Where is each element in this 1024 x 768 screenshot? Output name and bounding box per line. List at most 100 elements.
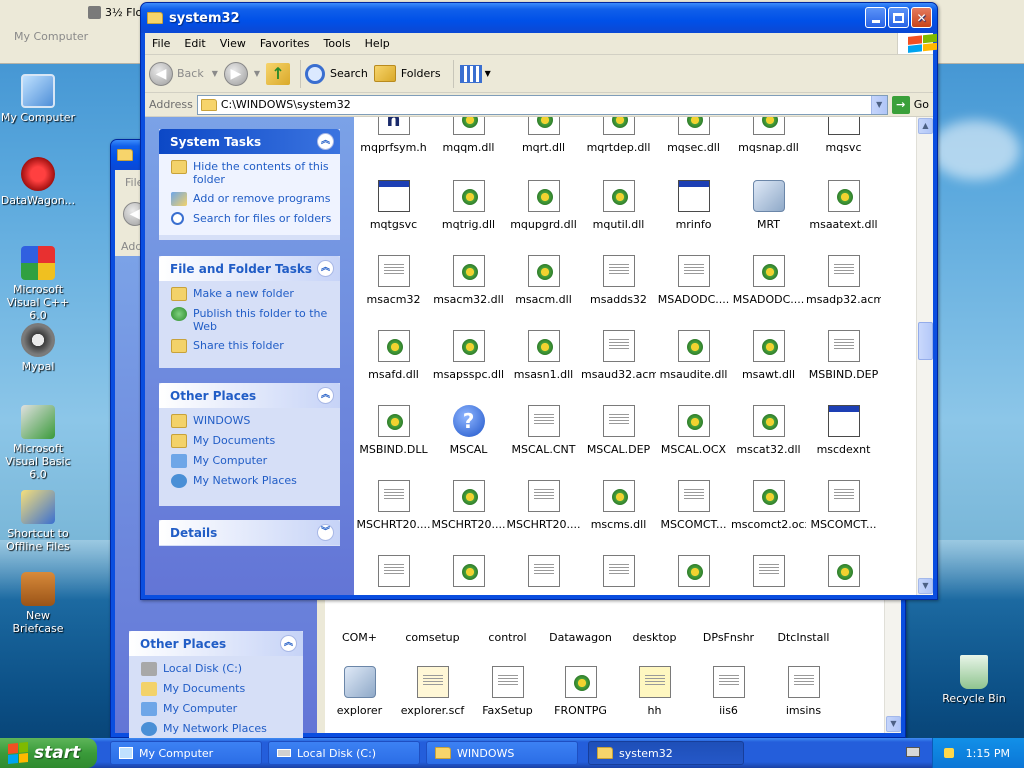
volume-icon[interactable] bbox=[943, 748, 954, 758]
taskbar-button-windows[interactable]: WINDOWS bbox=[426, 741, 578, 765]
file-item[interactable]: MSCAL.DEP bbox=[581, 405, 656, 456]
file-item[interactable]: MSBIND.DLL bbox=[356, 405, 431, 456]
link-search-files[interactable]: Search for files or folders bbox=[171, 212, 332, 225]
file-item[interactable]: explorer bbox=[325, 666, 397, 717]
link-my-documents[interactable]: My Documents bbox=[141, 682, 295, 696]
file-item[interactable] bbox=[506, 555, 581, 593]
menu-help[interactable]: Help bbox=[358, 37, 397, 50]
file-item[interactable]: desktop bbox=[617, 631, 692, 644]
close-button[interactable]: ✕ bbox=[911, 7, 932, 28]
file-item[interactable]: MSCAL.OCX bbox=[656, 405, 731, 456]
desktop-icon-my-computer[interactable]: My Computer bbox=[0, 74, 76, 124]
file-item[interactable]: COM+ bbox=[325, 631, 397, 644]
file-item[interactable]: DtcInstall bbox=[766, 631, 841, 644]
file-item[interactable]: FRONTPG bbox=[543, 666, 618, 717]
link-my-documents[interactable]: My Documents bbox=[171, 434, 332, 448]
file-item[interactable]: mqsnap.dll bbox=[731, 117, 806, 154]
address-input[interactable]: C:\WINDOWS\system32 ▼ bbox=[196, 94, 888, 115]
desktop-icon-visual-basic[interactable]: Microsoft Visual Basic 6.0 bbox=[0, 405, 76, 481]
taskbar-button-local-disk[interactable]: Local Disk (C:) bbox=[268, 741, 420, 765]
window-title-bar[interactable]: system32 ✕ bbox=[141, 3, 937, 33]
link-my-computer[interactable]: My Computer bbox=[171, 454, 332, 468]
back-dropdown-icon[interactable]: ▼ bbox=[212, 69, 218, 78]
file-item[interactable]: mqrt.dll bbox=[506, 117, 581, 154]
desktop-icon-offline-files[interactable]: Shortcut to Offline Files bbox=[0, 490, 76, 553]
menu-favorites[interactable]: Favorites bbox=[253, 37, 317, 50]
start-button[interactable]: start bbox=[0, 738, 97, 768]
forward-dropdown-icon[interactable]: ▼ bbox=[254, 69, 260, 78]
file-item[interactable]: explorer.scf bbox=[395, 666, 470, 717]
file-item[interactable]: msapsspc.dll bbox=[431, 330, 506, 381]
scroll-up-icon[interactable]: ▲ bbox=[918, 118, 933, 134]
file-item[interactable] bbox=[731, 555, 806, 593]
file-item[interactable]: mqqm.dll bbox=[431, 117, 506, 154]
file-item[interactable]: comsetup bbox=[395, 631, 470, 644]
file-item[interactable]: msasn1.dll bbox=[506, 330, 581, 381]
file-item[interactable]: hh bbox=[617, 666, 692, 717]
file-item[interactable]: DPsFnshr bbox=[691, 631, 766, 644]
menu-tools[interactable]: Tools bbox=[317, 37, 358, 50]
link-publish-web[interactable]: Publish this folder to the Web bbox=[171, 307, 332, 333]
file-item[interactable]: MRT bbox=[731, 180, 806, 231]
vertical-scrollbar[interactable]: ▲ ▼ bbox=[916, 117, 933, 595]
file-item[interactable]: mqutil.dll bbox=[581, 180, 656, 231]
file-item[interactable]: h mqprfsym.h bbox=[356, 117, 431, 154]
file-item[interactable]: control bbox=[470, 631, 545, 644]
clock[interactable]: 1:15 PM bbox=[966, 747, 1010, 760]
link-local-disk[interactable]: Local Disk (C:) bbox=[141, 662, 295, 676]
back-button[interactable]: ◀ Back ▼ bbox=[149, 61, 218, 86]
link-make-new-folder[interactable]: Make a new folder bbox=[171, 287, 332, 301]
file-item[interactable]: MSCAL.CNT bbox=[506, 405, 581, 456]
file-item[interactable]: mqrtdep.dll bbox=[581, 117, 656, 154]
file-item[interactable] bbox=[356, 555, 431, 593]
file-item[interactable]: ? MSCAL bbox=[431, 405, 506, 456]
link-my-computer[interactable]: My Computer bbox=[141, 702, 295, 716]
link-my-network-places[interactable]: My Network Places bbox=[171, 474, 332, 488]
maximize-button[interactable] bbox=[888, 7, 909, 28]
file-item[interactable]: FaxSetup bbox=[470, 666, 545, 717]
expand-chevron-icon[interactable]: ︾ bbox=[317, 524, 334, 541]
file-item[interactable] bbox=[581, 555, 656, 593]
menu-file[interactable]: File bbox=[145, 37, 177, 50]
views-button[interactable]: ▼ bbox=[459, 64, 491, 83]
file-item[interactable]: mscomct2.ocx bbox=[731, 480, 806, 531]
link-my-network-places[interactable]: My Network Places bbox=[141, 722, 295, 736]
go-button[interactable]: → Go bbox=[891, 95, 929, 114]
file-item[interactable]: MSADODC.... bbox=[731, 255, 806, 306]
file-item[interactable]: mqsvc bbox=[806, 117, 881, 154]
file-item[interactable]: MSBIND.DEP bbox=[806, 330, 881, 381]
file-item[interactable]: msaud32.acm bbox=[581, 330, 656, 381]
file-item[interactable]: mqupgrd.dll bbox=[506, 180, 581, 231]
desktop-icon-mypal[interactable]: Mypal bbox=[0, 323, 76, 373]
keyboard-tray-icon[interactable] bbox=[906, 747, 920, 757]
taskbar-button-system32[interactable]: system32 bbox=[588, 741, 744, 765]
file-item[interactable]: msadp32.acm bbox=[806, 255, 881, 306]
window-system32[interactable]: system32 ✕ File Edit View Favorites Tool… bbox=[140, 2, 938, 600]
taskbar-button-my-computer[interactable]: My Computer bbox=[110, 741, 262, 765]
floppy-drive-item[interactable]: 3½ Flo bbox=[88, 6, 142, 19]
file-item[interactable]: mscat32.dll bbox=[731, 405, 806, 456]
link-hide-contents[interactable]: Hide the contents of this folder bbox=[171, 160, 332, 186]
up-folder-button[interactable]: ↑ bbox=[266, 62, 291, 85]
file-item[interactable]: msacm32 bbox=[356, 255, 431, 306]
collapse-chevron-icon[interactable]: ︽ bbox=[280, 635, 297, 652]
file-item[interactable]: mqtrig.dll bbox=[431, 180, 506, 231]
minimize-button[interactable] bbox=[865, 7, 886, 28]
file-item[interactable]: MSADODC.... bbox=[656, 255, 731, 306]
link-add-remove-programs[interactable]: Add or remove programs bbox=[171, 192, 332, 206]
file-item[interactable]: msacm.dll bbox=[506, 255, 581, 306]
menu-edit[interactable]: Edit bbox=[177, 37, 212, 50]
file-item[interactable] bbox=[806, 555, 881, 593]
file-item[interactable]: MSCOMCT... bbox=[656, 480, 731, 531]
link-windows[interactable]: WINDOWS bbox=[171, 414, 332, 428]
file-item[interactable]: msaudite.dll bbox=[656, 330, 731, 381]
file-item[interactable]: MSCHRT20.... bbox=[506, 480, 581, 531]
forward-button[interactable]: ▶ ▼ bbox=[223, 61, 260, 86]
address-dropdown-icon[interactable]: ▼ bbox=[870, 95, 887, 114]
link-share-folder[interactable]: Share this folder bbox=[171, 339, 332, 353]
file-item[interactable]: MSCHRT20.... bbox=[431, 480, 506, 531]
file-item[interactable]: mscdexnt bbox=[806, 405, 881, 456]
file-item[interactable] bbox=[431, 555, 506, 593]
file-item[interactable]: MSCHRT20.... bbox=[356, 480, 431, 531]
file-item[interactable]: mqsec.dll bbox=[656, 117, 731, 154]
